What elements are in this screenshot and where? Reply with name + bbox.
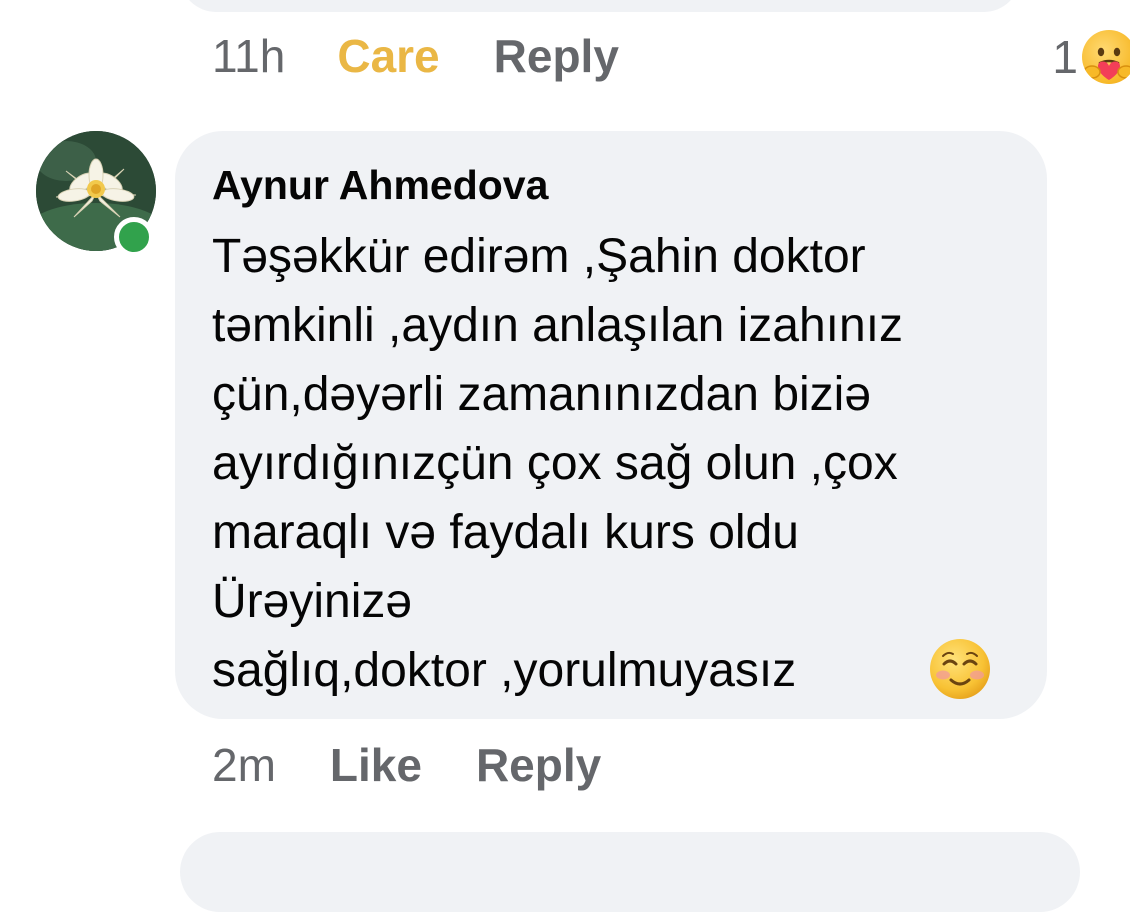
like-button[interactable]: Like xyxy=(330,742,422,788)
previous-comment-actions: 11h Care Reply xyxy=(212,33,619,79)
comment-text: Təşəkkür edirəm ,Şahin doktor təmkinli ,… xyxy=(212,230,904,697)
previous-reply-button[interactable]: Reply xyxy=(494,33,619,79)
reaction-count: 1 xyxy=(1052,31,1078,83)
previous-comment-bubble xyxy=(180,0,1020,12)
online-status-dot xyxy=(114,217,154,257)
comment-actions: 2m Like Reply xyxy=(212,742,601,788)
care-reaction-button[interactable]: Care xyxy=(337,33,439,79)
comment-timestamp[interactable]: 2m xyxy=(212,742,276,788)
smiling-face-emoji-icon xyxy=(929,638,991,700)
previous-comment-timestamp[interactable]: 11h xyxy=(212,33,285,79)
care-emoji-icon xyxy=(1082,30,1130,84)
next-comment-bubble xyxy=(180,832,1080,912)
reply-button[interactable]: Reply xyxy=(476,742,601,788)
reaction-summary[interactable]: 1 xyxy=(1052,30,1130,84)
comment-author-name[interactable]: Aynur Ahmedova xyxy=(212,162,548,209)
